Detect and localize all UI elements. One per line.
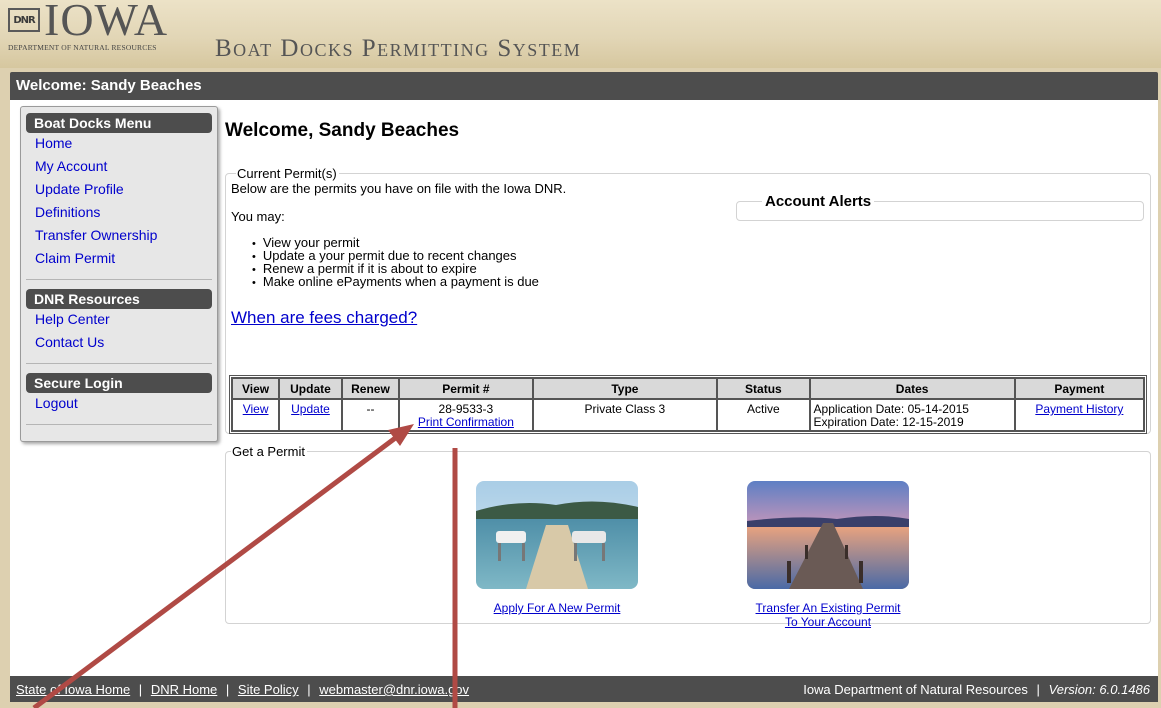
sidebar-item-transfer-ownership[interactable]: Transfer Ownership [26, 225, 212, 248]
site-header: DNR IOWA DEPARTMENT OF NATURAL RESOURCES… [0, 0, 1161, 68]
menu-section-title: DNR Resources [26, 289, 212, 309]
table-row: View Update -- 28-9533-3 Print Confirmat… [232, 399, 1144, 431]
sidebar-item-definitions[interactable]: Definitions [26, 202, 212, 225]
col-view: View [232, 378, 280, 399]
current-permits-legend: Current Permit(s) [237, 166, 337, 181]
page-title: Welcome, Sandy Beaches [225, 120, 460, 141]
footer-link-webmaster[interactable]: webmaster@dnr.iowa.gov [319, 682, 469, 697]
sidebar-item-help-center[interactable]: Help Center [26, 309, 212, 332]
footer-separator: | [138, 682, 143, 697]
dock-boats-image[interactable] [476, 481, 638, 589]
footer-org: Iowa Department of Natural Resources [803, 682, 1028, 697]
menu-section-title: Secure Login [26, 373, 212, 393]
menu-divider [26, 279, 212, 280]
logo-department-text: DEPARTMENT OF NATURAL RESOURCES [8, 43, 157, 52]
expiration-date: Expiration Date: 12-15-2019 [813, 415, 964, 429]
sunset-pier-image[interactable] [747, 481, 909, 589]
iowa-logo-word: IOWA [44, 0, 169, 45]
transfer-permit-option[interactable]: Transfer An Existing Permit To Your Acco… [738, 481, 918, 629]
cell-status: Active [717, 399, 810, 431]
permits-table: View Update Renew Permit # Type Status D… [229, 375, 1147, 434]
footer-link-dnr-home[interactable]: DNR Home [151, 682, 217, 697]
footer-separator: | [225, 682, 230, 697]
permit-actions-list: View your permit Update a your permit du… [252, 236, 1145, 289]
cell-view: View [232, 399, 280, 431]
system-title: Boat Docks Permitting System [215, 35, 582, 62]
cell-dates: Application Date: 05-14-2015 Expiration … [809, 399, 1015, 431]
menu-divider [26, 424, 212, 425]
col-dates: Dates [809, 378, 1015, 399]
account-alerts-box: Account Alerts [736, 193, 1144, 221]
update-permit-link[interactable]: Update [291, 402, 330, 416]
sidebar-menu: Boat Docks Menu Home My Account Update P… [20, 106, 218, 442]
cell-update: Update [279, 399, 342, 431]
apply-new-permit-option[interactable]: Apply For A New Permit [472, 481, 642, 615]
col-update: Update [279, 378, 342, 399]
menu-section-title: Boat Docks Menu [26, 113, 212, 133]
cell-renew: -- [341, 399, 400, 431]
footer-right: Iowa Department of Natural Resources | V… [803, 682, 1150, 697]
menu-divider [26, 363, 212, 364]
sidebar-item-contact-us[interactable]: Contact Us [26, 332, 212, 355]
sidebar-item-home[interactable]: Home [26, 133, 212, 156]
list-item: Make online ePayments when a payment is … [252, 275, 1145, 289]
transfer-permit-link-line2[interactable]: To Your Account [785, 615, 871, 629]
payment-history-link[interactable]: Payment History [1035, 402, 1123, 416]
site-footer: State of Iowa Home | DNR Home | Site Pol… [10, 676, 1158, 702]
col-payment: Payment [1014, 378, 1144, 399]
col-permit-number: Permit # [399, 378, 533, 399]
sidebar-item-logout[interactable]: Logout [26, 393, 212, 416]
fees-link[interactable]: When are fees charged? [231, 308, 1145, 328]
cell-payment: Payment History [1014, 399, 1144, 431]
col-type: Type [532, 378, 718, 399]
print-confirmation-link[interactable]: Print Confirmation [418, 415, 514, 429]
col-status: Status [717, 378, 810, 399]
get-permit-legend: Get a Permit [232, 444, 305, 459]
footer-link-site-policy[interactable]: Site Policy [238, 682, 299, 697]
dnr-logo-mark: DNR [8, 8, 40, 32]
content-area: Boat Docks Menu Home My Account Update P… [10, 100, 1158, 676]
transfer-permit-link-line1[interactable]: Transfer An Existing Permit [756, 601, 901, 615]
table-header-row: View Update Renew Permit # Type Status D… [232, 378, 1144, 399]
sidebar-item-my-account[interactable]: My Account [26, 156, 212, 179]
footer-version: Version: 6.0.1486 [1048, 682, 1150, 697]
footer-separator: | [307, 682, 311, 697]
footer-separator: | [1036, 682, 1040, 697]
account-alerts-title: Account Alerts [762, 193, 875, 210]
cell-permit-number: 28-9533-3 Print Confirmation [399, 399, 533, 431]
sidebar-item-update-profile[interactable]: Update Profile [26, 179, 212, 202]
apply-new-permit-link[interactable]: Apply For A New Permit [494, 601, 621, 615]
permits-description: Below are the permits you have on file w… [231, 181, 567, 196]
cell-type: Private Class 3 [532, 399, 718, 431]
current-permits-section: Current Permit(s) Below are the permits … [225, 166, 1151, 434]
col-renew: Renew [341, 378, 400, 399]
welcome-bar: Welcome: Sandy Beaches [10, 72, 1158, 100]
get-permit-section: Get a Permit Apply For A New Permit Tran… [225, 444, 1151, 629]
sidebar-item-claim-permit[interactable]: Claim Permit [26, 248, 212, 271]
view-permit-link[interactable]: View [243, 402, 269, 416]
footer-link-state-home[interactable]: State of Iowa Home [16, 682, 130, 697]
